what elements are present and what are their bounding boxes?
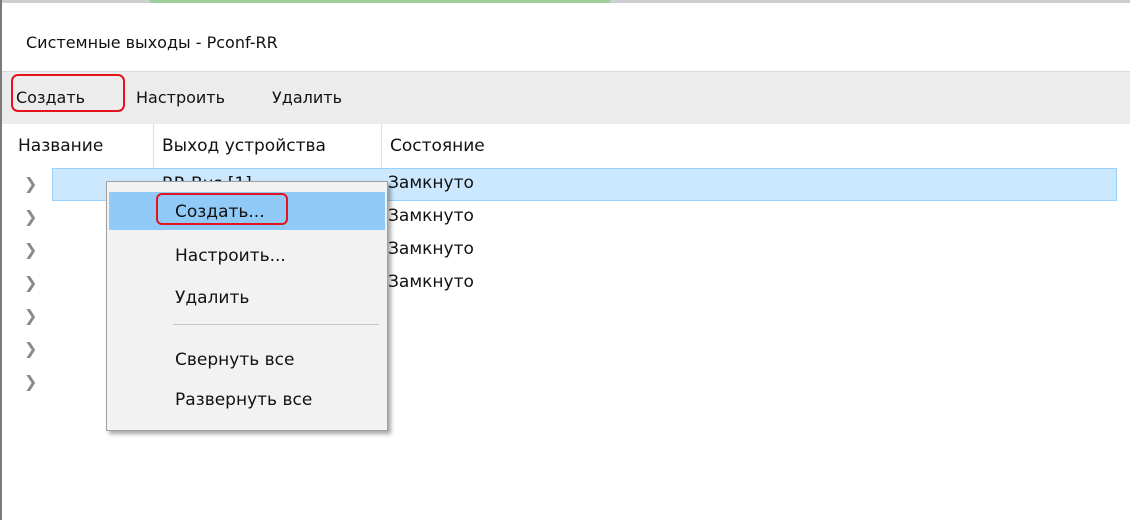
chevron-right-icon[interactable]: ❯ (24, 307, 38, 325)
chevron-right-icon[interactable]: ❯ (24, 373, 38, 391)
context-menu-item-create[interactable]: Создать... (109, 192, 385, 230)
context-menu-item-label: Настроить... (175, 246, 286, 266)
row-state: Замкнуто (388, 206, 474, 226)
chevron-right-icon[interactable]: ❯ (24, 274, 38, 292)
context-menu-item-delete[interactable]: Удалить (109, 278, 385, 316)
context-menu-item-configure[interactable]: Настроить... (109, 236, 385, 274)
title-bar: Системные выходы - Pconf-RR (2, 3, 1130, 71)
chevron-right-icon[interactable]: ❯ (24, 340, 38, 358)
context-menu-item-label: Свернуть все (175, 350, 295, 370)
row-state: Замкнуто (388, 272, 474, 292)
context-menu-item-expand-all[interactable]: Развернуть все (109, 380, 385, 418)
window-title: Системные выходы - Pconf-RR (26, 33, 278, 52)
toolbar: Создать Настроить Удалить (2, 71, 1130, 125)
row-state: Замкнуто (388, 239, 474, 259)
row-state: Замкнуто (388, 173, 474, 193)
configure-button[interactable]: Настроить (136, 88, 225, 107)
column-header-device-output[interactable]: Выход устройства (154, 124, 382, 168)
context-menu-item-label: Развернуть все (175, 390, 313, 410)
chevron-right-icon[interactable]: ❯ (24, 208, 38, 226)
column-header-state[interactable]: Состояние (382, 124, 1130, 168)
window: Системные выходы - Pconf-RR Создать Наст… (0, 0, 1130, 520)
context-menu: Создать... Настроить... Удалить Свернуть… (106, 181, 388, 431)
column-header-name[interactable]: Название (2, 124, 154, 168)
context-menu-item-label: Создать... (175, 202, 265, 222)
chevron-right-icon[interactable]: ❯ (24, 175, 38, 193)
delete-button[interactable]: Удалить (272, 88, 342, 107)
grid-header: Название Выход устройства Состояние (2, 124, 1130, 168)
create-button[interactable]: Создать (16, 88, 85, 107)
context-menu-item-label: Удалить (175, 288, 250, 308)
context-menu-separator (173, 324, 379, 325)
context-menu-item-collapse-all[interactable]: Свернуть все (109, 340, 385, 378)
chevron-right-icon[interactable]: ❯ (24, 241, 38, 259)
